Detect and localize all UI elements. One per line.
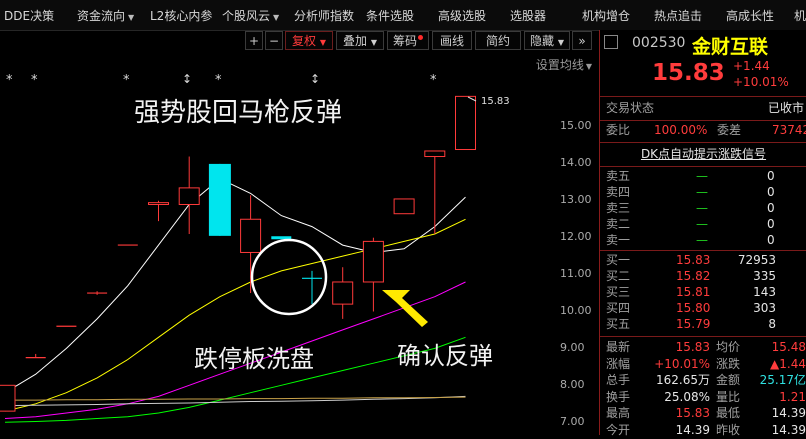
y-tick-label: 7.00 bbox=[560, 415, 585, 428]
candle-body bbox=[240, 218, 262, 253]
y-tick-label: 14.00 bbox=[560, 156, 592, 169]
candle-body bbox=[208, 163, 231, 236]
sell-row: 卖一 —0 bbox=[606, 233, 775, 247]
y-tick-label: 9.00 bbox=[560, 341, 585, 354]
sell-row: 卖三 —0 bbox=[606, 201, 775, 215]
candle-body bbox=[178, 187, 200, 205]
stat-label: 最高 bbox=[606, 406, 631, 420]
stat-value: 15.48 bbox=[771, 340, 806, 354]
buy-row: 买五 15.79 8 bbox=[606, 317, 776, 331]
stat-value: 15.83 bbox=[675, 340, 710, 354]
stat-value: 14.39 bbox=[675, 422, 710, 437]
buy-row: 买二 15.82 335 bbox=[606, 269, 776, 283]
trade-status-label: 交易状态 bbox=[606, 101, 655, 115]
stat-value: 25.17亿 bbox=[759, 373, 806, 387]
candle-body bbox=[424, 150, 446, 158]
stat-label: 今开 bbox=[606, 422, 631, 437]
sell-row: 卖四 —0 bbox=[606, 185, 775, 199]
candle-body bbox=[393, 198, 415, 215]
arrow-icon bbox=[382, 290, 428, 327]
stat-row: 最新 15.83 均价 15.48 bbox=[600, 339, 806, 356]
stat-label: 金额 bbox=[716, 373, 741, 387]
stat-value: +10.01% bbox=[654, 356, 710, 371]
trade-status-row: 交易状态 已收市 bbox=[600, 100, 806, 117]
stat-row: 总手 162.65万 金额 25.17亿 bbox=[600, 372, 806, 389]
stat-value: 14.39 bbox=[771, 422, 806, 437]
buy-row: 买一 15.83 72953 bbox=[606, 253, 776, 267]
stat-label: 涨幅 bbox=[606, 356, 631, 371]
y-tick-label: 11.00 bbox=[560, 267, 592, 280]
y-tick-label: 12.00 bbox=[560, 230, 592, 243]
stat-label: 最新 bbox=[606, 340, 631, 354]
stat-label: 换手 bbox=[606, 389, 631, 404]
stat-value: 1.21 bbox=[779, 389, 806, 404]
stat-value: 162.65万 bbox=[656, 373, 710, 387]
annotation-confirm: 确认反弹 bbox=[397, 342, 493, 370]
price-change: +1.44 bbox=[733, 59, 770, 73]
weibi-value: 100.00% bbox=[654, 123, 708, 137]
weibi-row: 委比 100.00% 委差 73742 bbox=[600, 122, 806, 139]
y-tick-label: 8.00 bbox=[560, 378, 585, 391]
y-tick-label: 10.00 bbox=[560, 304, 592, 317]
y-tick-label: 13.00 bbox=[560, 193, 592, 206]
stat-value: 14.39 bbox=[771, 406, 806, 420]
sell-row: 卖五 —0 bbox=[606, 169, 775, 183]
annotation-title: 强势股回马枪反弹 bbox=[134, 98, 343, 128]
weicha-label: 委差 bbox=[717, 123, 742, 137]
weibi-label: 委比 bbox=[606, 123, 631, 137]
stat-label: 最低 bbox=[716, 406, 741, 420]
price-change-pct: +10.01% bbox=[733, 75, 789, 89]
buy-row: 买三 15.81 143 bbox=[606, 285, 776, 299]
stat-label: 均价 bbox=[716, 340, 741, 354]
stat-row: 最高 15.83 最低 14.39 bbox=[600, 405, 806, 422]
y-tick-label: 15.00 bbox=[560, 119, 592, 132]
checkbox-icon[interactable] bbox=[604, 35, 618, 49]
dk-signal-link[interactable]: DK点自动提示涨跌信号 bbox=[600, 146, 806, 163]
stat-label: 昨收 bbox=[716, 422, 741, 437]
candle-body bbox=[0, 384, 16, 412]
candle-body bbox=[455, 95, 476, 151]
stat-row: 涨幅 +10.01% 涨跌 ▲1.44 bbox=[600, 356, 806, 373]
menu-more[interactable]: 机 bbox=[794, 0, 806, 30]
quote-panel: 002530 金财互联 15.83 +1.44 +10.01% 交易状态 已收市… bbox=[599, 30, 806, 437]
menu-hot-spots[interactable]: 热点追击 bbox=[654, 0, 702, 30]
buy-row: 买四 15.80 303 bbox=[606, 301, 776, 315]
weicha-value: 73742 bbox=[772, 123, 806, 137]
stat-label: 总手 bbox=[606, 373, 631, 387]
stat-label: 涨跌 bbox=[716, 356, 741, 371]
candle-body bbox=[332, 281, 354, 305]
candle-body bbox=[362, 240, 384, 283]
menu-high-growth[interactable]: 高成长性 bbox=[726, 0, 774, 30]
stat-value: 15.83 bbox=[675, 406, 710, 420]
last-price: 15.83 bbox=[652, 60, 725, 86]
stat-value: ▲1.44 bbox=[770, 356, 806, 371]
stock-code: 002530 bbox=[632, 35, 686, 51]
stat-value: 25.08% bbox=[664, 389, 710, 404]
sell-row: 卖二 —0 bbox=[606, 217, 775, 231]
annotation-limit-down: 跌停板洗盘 bbox=[194, 345, 314, 373]
last-price-tag: 15.83 bbox=[481, 96, 510, 107]
trade-status-value: 已收市 bbox=[768, 101, 805, 115]
candle-body bbox=[148, 202, 169, 205]
stock-name: 金财互联 bbox=[692, 36, 769, 58]
stat-label: 量比 bbox=[716, 389, 741, 404]
stat-row: 今开 14.39 昨收 14.39 bbox=[600, 422, 806, 439]
stat-row: 换手 25.08% 量比 1.21 bbox=[600, 389, 806, 406]
ma-line-ma10 bbox=[4, 218, 466, 412]
